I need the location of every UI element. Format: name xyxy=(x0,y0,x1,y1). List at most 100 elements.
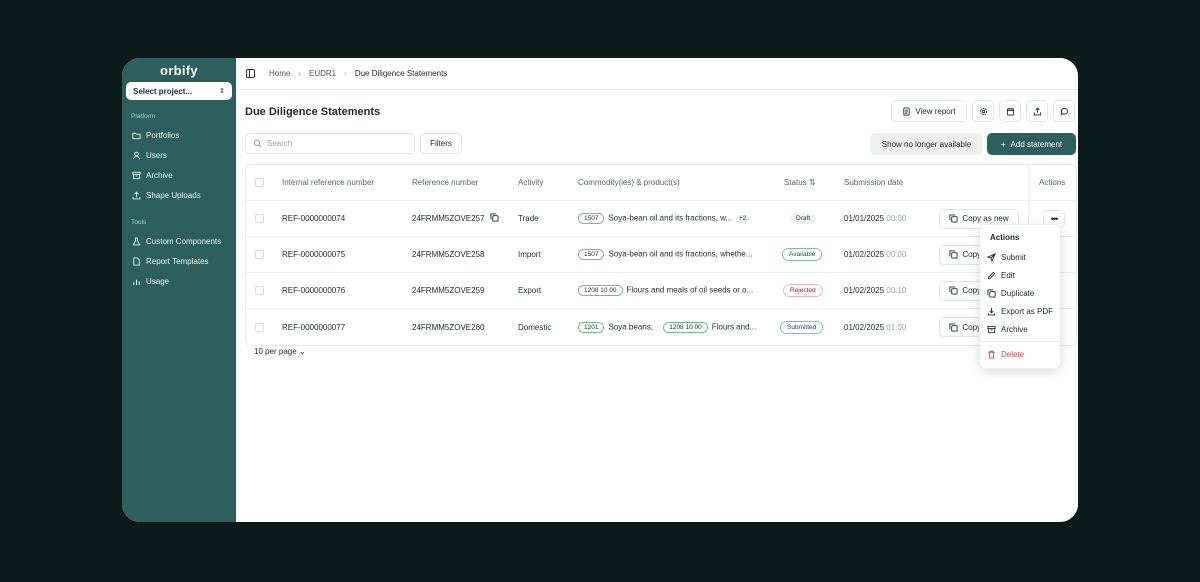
file-icon xyxy=(132,256,141,266)
commodity-chip: 1208 10 00 xyxy=(578,285,623,296)
activity-cell: Trade xyxy=(518,214,539,223)
header-internal-ref[interactable]: Internal reference number xyxy=(282,178,374,187)
row-checkbox[interactable] xyxy=(255,286,264,295)
sidebar: orbify Select project... ⇕ Platform Port… xyxy=(122,58,236,522)
sidebar-item-report-templates[interactable]: Report Templates xyxy=(126,251,232,271)
activity-cell: Domestic xyxy=(518,322,552,332)
menu-item-submit[interactable]: Submit xyxy=(980,248,1060,266)
header-activity[interactable]: Activity xyxy=(518,178,543,187)
breadcrumb-home[interactable]: Home xyxy=(269,69,290,78)
gear-icon xyxy=(979,107,987,115)
export-button[interactable] xyxy=(1026,100,1048,122)
app-window: orbify Select project... ⇕ Platform Port… xyxy=(122,58,1078,522)
date-cell: 01/02/2025 00:00 xyxy=(844,250,906,259)
main-content: Home › EUDR1 › Due Diligence Statements … xyxy=(236,58,1078,522)
ref-cell: 24FRMM5ZOVE260 xyxy=(412,322,485,332)
menu-item-delete[interactable]: Delete xyxy=(980,345,1060,363)
chevron-right-icon: › xyxy=(344,69,347,78)
user-icon xyxy=(132,151,141,160)
sidebar-toggle-icon[interactable] xyxy=(246,69,255,78)
header-commodity[interactable]: Commodity(ies) & product(s) xyxy=(578,178,680,187)
sidebar-item-label: Shape Uploads xyxy=(146,190,201,200)
status-draft: Draft xyxy=(790,213,817,224)
actions-menu-title: Actions xyxy=(990,233,1020,242)
calendar-icon xyxy=(1006,107,1014,116)
more-badge[interactable]: +2 xyxy=(736,214,749,223)
ref-cell: 24FRMM5ZOVE258 xyxy=(412,250,485,259)
table-row[interactable]: REF-0000000074 24FRMM5ZOVE257 Trade 1507… xyxy=(246,201,1076,237)
table-row[interactable]: REF-0000000077 24FRMM5ZOVE260 Domestic 1… xyxy=(246,309,1076,345)
menu-item-label: Submit xyxy=(1001,252,1026,262)
copy-ref-icon[interactable] xyxy=(490,213,499,224)
view-report-button[interactable]: View report xyxy=(891,100,967,122)
sidebar-item-archive[interactable]: Archive xyxy=(126,165,232,185)
menu-item-archive[interactable]: Archive xyxy=(980,320,1060,338)
download-icon xyxy=(987,307,996,315)
commodity-text: Flours and... xyxy=(711,322,757,332)
sidebar-item-label: Custom Components xyxy=(146,236,222,246)
header-submission[interactable]: Submission date xyxy=(844,178,903,187)
calendar-button[interactable] xyxy=(999,100,1021,122)
tools-section-label: Tools xyxy=(131,219,147,226)
date-value: 01/02/2025 xyxy=(844,286,885,295)
internal-ref-cell: REF-0000000075 xyxy=(282,250,346,259)
copy-icon xyxy=(949,250,958,259)
sidebar-item-users[interactable]: Users xyxy=(126,145,232,165)
menu-item-label: Duplicate xyxy=(1001,288,1035,298)
time-value: 00:00 xyxy=(886,250,907,259)
sidebar-item-custom-components[interactable]: Custom Components xyxy=(126,231,232,251)
share-icon xyxy=(1033,107,1041,115)
commodity-text: Soya-bean oil and its fractions, whethe.… xyxy=(608,249,753,259)
row-checkbox[interactable] xyxy=(255,322,264,332)
date-value: 01/02/2025 xyxy=(844,250,885,259)
header-status-label: Status xyxy=(784,178,807,187)
per-page-label: 10 per page xyxy=(254,347,297,356)
ref-cell: 24FRMM5ZOVE259 xyxy=(412,286,485,295)
sidebar-item-label: Report Templates xyxy=(146,256,209,266)
search-input[interactable] xyxy=(245,133,415,154)
status-available: Available xyxy=(782,248,823,261)
add-statement-button[interactable]: + Add statement xyxy=(987,133,1076,155)
table-row[interactable]: REF-0000000076 24FRMM5ZOVE259 Export 120… xyxy=(246,273,1076,309)
status-submitted: Submitted xyxy=(780,320,824,334)
commodity-text: Flours and meals of oil seeds or o... xyxy=(626,285,754,295)
project-select[interactable]: Select project... ⇕ xyxy=(126,82,232,100)
per-page-select[interactable]: 10 per page ⌄ xyxy=(254,347,306,356)
menu-item-duplicate[interactable]: Duplicate xyxy=(980,284,1060,302)
menu-item-export-pdf[interactable]: Export as PDF xyxy=(980,302,1060,320)
commodity-cell: 1208 10 00 Flours and meals of oil seeds … xyxy=(578,285,753,296)
show-no-longer-available-button[interactable]: Show no longer available xyxy=(870,133,983,155)
report-icon xyxy=(903,106,910,116)
header-status[interactable]: Status ⇅ xyxy=(784,178,816,187)
trash-icon xyxy=(988,350,995,359)
menu-item-edit[interactable]: Edit xyxy=(980,266,1060,284)
commodity-chip: 1507 xyxy=(578,249,605,260)
breadcrumb-eudr1[interactable]: EUDR1 xyxy=(309,69,336,78)
row-checkbox[interactable] xyxy=(255,250,264,259)
table-row[interactable]: REF-0000000075 24FRMM5ZOVE258 Import 150… xyxy=(246,237,1076,273)
filters-button[interactable]: Filters xyxy=(420,133,462,154)
platform-section-label: Platform xyxy=(131,113,156,120)
sidebar-item-shape-uploads[interactable]: Shape Uploads xyxy=(126,185,232,205)
view-report-label: View report xyxy=(915,106,956,116)
comments-button[interactable] xyxy=(1053,100,1075,122)
chevron-up-down-icon: ⇕ xyxy=(219,88,225,95)
header-ref[interactable]: Reference number xyxy=(412,178,478,187)
select-all-checkbox[interactable] xyxy=(255,178,264,187)
sidebar-item-portfolios[interactable]: Portfolios xyxy=(126,125,232,145)
sidebar-item-usage[interactable]: Usage xyxy=(126,271,232,291)
copy-icon xyxy=(949,214,958,223)
row-checkbox[interactable] xyxy=(255,214,264,223)
statements-table: Internal reference number Reference numb… xyxy=(245,164,1077,346)
activity-cell: Export xyxy=(518,286,542,295)
search-field[interactable] xyxy=(267,139,407,148)
status-rejected: Rejected xyxy=(783,284,823,297)
sidebar-item-label: Portfolios xyxy=(146,130,180,140)
status-badge: Draft xyxy=(790,213,817,224)
pencil-icon xyxy=(987,271,996,279)
settings-button[interactable] xyxy=(972,100,994,122)
archive-icon xyxy=(987,325,996,333)
menu-divider xyxy=(980,341,1060,342)
commodity-chip: 1208 10 00 xyxy=(663,321,708,333)
internal-ref-cell: REF-0000000077 xyxy=(282,322,346,332)
